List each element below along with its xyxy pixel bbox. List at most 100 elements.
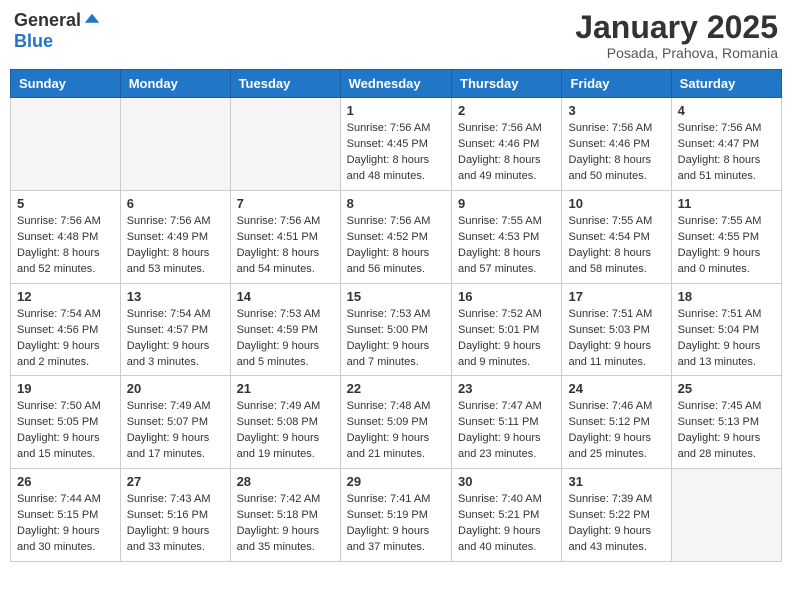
day-info: Sunrise: 7:51 AMSunset: 5:04 PMDaylight:… [678, 307, 775, 371]
day-number: 1 [347, 103, 445, 118]
day-number: 17 [568, 289, 664, 304]
calendar-cell: 13 Sunrise: 7:54 AMSunset: 4:57 PMDayligh… [120, 283, 230, 376]
location-text: Posada, Prahova, Romania [575, 45, 778, 61]
day-number: 14 [237, 289, 334, 304]
day-number: 3 [568, 103, 664, 118]
calendar-cell: 29 Sunrise: 7:41 AMSunset: 5:19 PMDayligh… [340, 469, 451, 562]
day-number: 31 [568, 474, 664, 489]
day-info: Sunrise: 7:42 AMSunset: 5:18 PMDaylight:… [237, 492, 334, 556]
day-number: 29 [347, 474, 445, 489]
day-info: Sunrise: 7:56 AMSunset: 4:45 PMDaylight:… [347, 121, 445, 185]
calendar-week-row: 12 Sunrise: 7:54 AMSunset: 4:56 PMDayligh… [11, 283, 782, 376]
day-info: Sunrise: 7:56 AMSunset: 4:47 PMDaylight:… [678, 121, 775, 185]
calendar-week-row: 1 Sunrise: 7:56 AMSunset: 4:45 PMDaylight… [11, 98, 782, 191]
day-number: 13 [127, 289, 224, 304]
weekday-header: Wednesday [340, 70, 451, 98]
weekday-header: Friday [562, 70, 671, 98]
calendar-cell: 24 Sunrise: 7:46 AMSunset: 5:12 PMDayligh… [562, 376, 671, 469]
weekday-header: Sunday [11, 70, 121, 98]
day-info: Sunrise: 7:55 AMSunset: 4:55 PMDaylight:… [678, 214, 775, 278]
day-number: 12 [17, 289, 114, 304]
day-number: 2 [458, 103, 555, 118]
day-number: 22 [347, 381, 445, 396]
calendar-cell: 14 Sunrise: 7:53 AMSunset: 4:59 PMDayligh… [230, 283, 340, 376]
calendar-week-row: 5 Sunrise: 7:56 AMSunset: 4:48 PMDaylight… [11, 190, 782, 283]
day-info: Sunrise: 7:47 AMSunset: 5:11 PMDaylight:… [458, 399, 555, 463]
title-area: January 2025 Posada, Prahova, Romania [575, 10, 778, 61]
day-info: Sunrise: 7:54 AMSunset: 4:57 PMDaylight:… [127, 307, 224, 371]
day-number: 20 [127, 381, 224, 396]
calendar-cell: 30 Sunrise: 7:40 AMSunset: 5:21 PMDayligh… [452, 469, 562, 562]
day-info: Sunrise: 7:48 AMSunset: 5:09 PMDaylight:… [347, 399, 445, 463]
day-number: 28 [237, 474, 334, 489]
calendar-cell: 25Sunrise: 7:45 AMSunset: 5:13 PMDayligh… [671, 376, 781, 469]
calendar-cell: 12 Sunrise: 7:54 AMSunset: 4:56 PMDayligh… [11, 283, 121, 376]
day-info: Sunrise: 7:40 AMSunset: 5:21 PMDaylight:… [458, 492, 555, 556]
day-number: 18 [678, 289, 775, 304]
logo-icon [83, 12, 101, 30]
day-number: 27 [127, 474, 224, 489]
calendar-table: SundayMondayTuesdayWednesdayThursdayFrid… [10, 69, 782, 562]
logo-general-text: General [14, 10, 81, 31]
calendar-cell: 16Sunrise: 7:52 AMSunset: 5:01 PMDayligh… [452, 283, 562, 376]
calendar-cell: 5 Sunrise: 7:56 AMSunset: 4:48 PMDaylight… [11, 190, 121, 283]
calendar-cell: 27 Sunrise: 7:43 AMSunset: 5:16 PMDayligh… [120, 469, 230, 562]
day-info: Sunrise: 7:54 AMSunset: 4:56 PMDaylight:… [17, 307, 114, 371]
weekday-header: Monday [120, 70, 230, 98]
day-info: Sunrise: 7:53 AMSunset: 4:59 PMDaylight:… [237, 307, 334, 371]
day-number: 6 [127, 196, 224, 211]
day-info: Sunrise: 7:43 AMSunset: 5:16 PMDaylight:… [127, 492, 224, 556]
day-info: Sunrise: 7:56 AMSunset: 4:46 PMDaylight:… [568, 121, 664, 185]
day-info: Sunrise: 7:50 AMSunset: 5:05 PMDaylight:… [17, 399, 114, 463]
day-info: Sunrise: 7:45 AMSunset: 5:13 PMDaylight:… [678, 399, 775, 463]
calendar-week-row: 26 Sunrise: 7:44 AMSunset: 5:15 PMDayligh… [11, 469, 782, 562]
day-number: 8 [347, 196, 445, 211]
calendar-cell [11, 98, 121, 191]
calendar-cell: 22 Sunrise: 7:48 AMSunset: 5:09 PMDayligh… [340, 376, 451, 469]
calendar-header-row: SundayMondayTuesdayWednesdayThursdayFrid… [11, 70, 782, 98]
weekday-header: Thursday [452, 70, 562, 98]
calendar-cell: 8Sunrise: 7:56 AMSunset: 4:52 PMDaylight… [340, 190, 451, 283]
day-number: 11 [678, 196, 775, 211]
day-info: Sunrise: 7:56 AMSunset: 4:51 PMDaylight:… [237, 214, 334, 278]
calendar-cell: 19 Sunrise: 7:50 AMSunset: 5:05 PMDayligh… [11, 376, 121, 469]
day-number: 24 [568, 381, 664, 396]
day-number: 19 [17, 381, 114, 396]
calendar-cell: 17 Sunrise: 7:51 AMSunset: 5:03 PMDayligh… [562, 283, 671, 376]
weekday-header: Tuesday [230, 70, 340, 98]
calendar-cell: 18 Sunrise: 7:51 AMSunset: 5:04 PMDayligh… [671, 283, 781, 376]
calendar-cell: 23 Sunrise: 7:47 AMSunset: 5:11 PMDayligh… [452, 376, 562, 469]
calendar-cell [120, 98, 230, 191]
page-header: General Blue January 2025 Posada, Prahov… [10, 10, 782, 61]
calendar-cell: 15Sunrise: 7:53 AMSunset: 5:00 PMDayligh… [340, 283, 451, 376]
day-info: Sunrise: 7:41 AMSunset: 5:19 PMDaylight:… [347, 492, 445, 556]
calendar-cell: 7 Sunrise: 7:56 AMSunset: 4:51 PMDaylight… [230, 190, 340, 283]
calendar-cell: 21Sunrise: 7:49 AMSunset: 5:08 PMDayligh… [230, 376, 340, 469]
day-info: Sunrise: 7:56 AMSunset: 4:48 PMDaylight:… [17, 214, 114, 278]
calendar-cell [671, 469, 781, 562]
calendar-cell: 11 Sunrise: 7:55 AMSunset: 4:55 PMDayligh… [671, 190, 781, 283]
calendar-week-row: 19 Sunrise: 7:50 AMSunset: 5:05 PMDayligh… [11, 376, 782, 469]
day-info: Sunrise: 7:49 AMSunset: 5:07 PMDaylight:… [127, 399, 224, 463]
day-info: Sunrise: 7:44 AMSunset: 5:15 PMDaylight:… [17, 492, 114, 556]
calendar-cell: 31 Sunrise: 7:39 AMSunset: 5:22 PMDayligh… [562, 469, 671, 562]
day-number: 30 [458, 474, 555, 489]
calendar-cell: 26 Sunrise: 7:44 AMSunset: 5:15 PMDayligh… [11, 469, 121, 562]
day-number: 5 [17, 196, 114, 211]
day-info: Sunrise: 7:52 AMSunset: 5:01 PMDaylight:… [458, 307, 555, 371]
day-info: Sunrise: 7:55 AMSunset: 4:53 PMDaylight:… [458, 214, 555, 278]
calendar-cell: 6 Sunrise: 7:56 AMSunset: 4:49 PMDaylight… [120, 190, 230, 283]
month-title: January 2025 [575, 10, 778, 45]
day-number: 21 [237, 381, 334, 396]
day-info: Sunrise: 7:51 AMSunset: 5:03 PMDaylight:… [568, 307, 664, 371]
calendar-cell: 9 Sunrise: 7:55 AMSunset: 4:53 PMDaylight… [452, 190, 562, 283]
day-info: Sunrise: 7:56 AMSunset: 4:49 PMDaylight:… [127, 214, 224, 278]
day-info: Sunrise: 7:46 AMSunset: 5:12 PMDaylight:… [568, 399, 664, 463]
day-number: 26 [17, 474, 114, 489]
calendar-cell: 4Sunrise: 7:56 AMSunset: 4:47 PMDaylight… [671, 98, 781, 191]
day-info: Sunrise: 7:39 AMSunset: 5:22 PMDaylight:… [568, 492, 664, 556]
day-number: 23 [458, 381, 555, 396]
calendar-cell [230, 98, 340, 191]
day-number: 9 [458, 196, 555, 211]
day-number: 7 [237, 196, 334, 211]
